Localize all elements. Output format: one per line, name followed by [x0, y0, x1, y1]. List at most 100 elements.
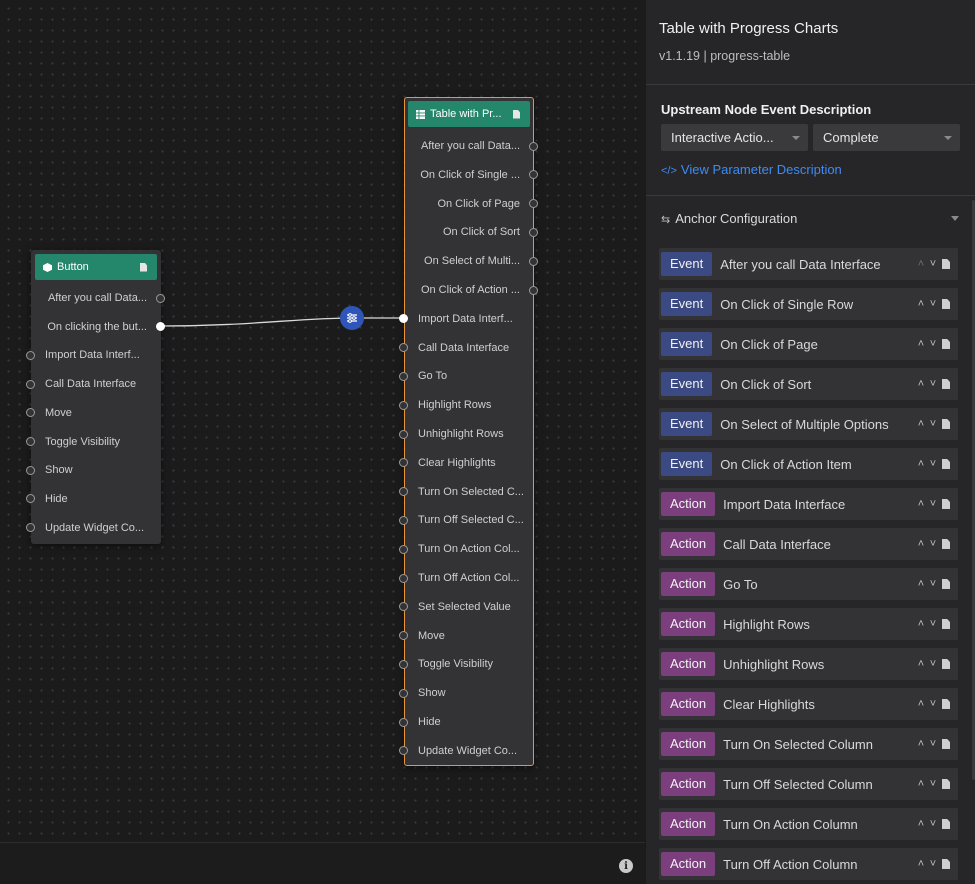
input-port[interactable]: [26, 465, 35, 475]
input-port[interactable]: [26, 523, 35, 533]
move-up-icon[interactable]: ˄: [915, 738, 927, 750]
table-node[interactable]: Table with Pr... After you call Data... O…: [399, 97, 538, 766]
document-icon[interactable]: [942, 299, 950, 309]
move-down-icon[interactable]: ˅: [927, 618, 939, 630]
output-port[interactable]: [156, 293, 165, 303]
anchor-item[interactable]: Event On Click of Page ˄ ˅: [659, 328, 958, 360]
anchor-item[interactable]: Action Go To ˄ ˅: [659, 568, 958, 600]
anchor-item[interactable]: Action Turn On Selected Column ˄ ˅: [659, 728, 958, 760]
view-parameter-link[interactable]: </> View Parameter Description: [661, 162, 842, 177]
document-icon[interactable]: [942, 579, 950, 589]
move-up-icon[interactable]: ˄: [915, 538, 927, 550]
move-down-icon[interactable]: ˅: [927, 738, 939, 750]
input-port[interactable]: [26, 437, 35, 446]
upstream-event-select[interactable]: Interactive Actio...: [661, 124, 808, 151]
move-up-icon[interactable]: ˄: [915, 418, 927, 430]
input-port[interactable]: [26, 494, 35, 504]
document-icon[interactable]: [942, 539, 950, 549]
document-icon[interactable]: [140, 262, 147, 272]
input-port[interactable]: [399, 602, 408, 612]
connection-filter-button[interactable]: [340, 306, 364, 330]
input-port[interactable]: [399, 544, 408, 554]
button-node[interactable]: Button After you call Data... On clicking…: [26, 250, 165, 544]
document-icon[interactable]: [942, 619, 950, 629]
document-icon[interactable]: [942, 819, 950, 829]
anchor-item[interactable]: Action Turn Off Action Column ˄ ˅: [659, 848, 958, 880]
anchor-item[interactable]: Action Turn On Action Column ˄ ˅: [659, 808, 958, 840]
move-up-icon[interactable]: ˄: [915, 578, 927, 590]
anchor-config-toggle[interactable]: ⇆ Anchor Configuration: [661, 211, 961, 226]
move-down-icon[interactable]: ˅: [927, 658, 939, 670]
input-port[interactable]: [26, 350, 35, 360]
move-down-icon[interactable]: ˅: [927, 858, 939, 870]
anchor-item[interactable]: Action Clear Highlights ˄ ˅: [659, 688, 958, 720]
move-down-icon[interactable]: ˅: [927, 778, 939, 790]
move-down-icon[interactable]: ˅: [927, 418, 939, 430]
document-icon[interactable]: [942, 379, 950, 389]
output-port[interactable]: [529, 170, 538, 180]
move-up-icon[interactable]: ˄: [915, 778, 927, 790]
input-port[interactable]: [399, 688, 408, 698]
input-port[interactable]: [399, 515, 408, 525]
output-port[interactable]: [529, 256, 538, 266]
document-icon[interactable]: [942, 859, 950, 869]
document-icon[interactable]: [513, 109, 520, 119]
input-port[interactable]: [399, 371, 408, 381]
anchor-item[interactable]: Event On Click of Action Item ˄ ˅: [659, 448, 958, 480]
document-icon[interactable]: [942, 459, 950, 469]
move-down-icon[interactable]: ˅: [927, 698, 939, 710]
move-up-icon[interactable]: ˄: [915, 258, 927, 270]
move-up-icon[interactable]: ˄: [915, 618, 927, 630]
document-icon[interactable]: [942, 419, 950, 429]
anchor-item[interactable]: Event On Click of Sort ˄ ˅: [659, 368, 958, 400]
input-port[interactable]: [26, 379, 35, 389]
anchor-item[interactable]: Action Import Data Interface ˄ ˅: [659, 488, 958, 520]
anchor-item[interactable]: Action Highlight Rows ˄ ˅: [659, 608, 958, 640]
input-port[interactable]: [399, 343, 408, 353]
document-icon[interactable]: [942, 339, 950, 349]
upstream-type-select[interactable]: Complete: [813, 124, 960, 151]
button-node-header[interactable]: Button: [35, 254, 157, 280]
document-icon[interactable]: [942, 659, 950, 669]
move-down-icon[interactable]: ˅: [927, 258, 939, 270]
move-down-icon[interactable]: ˅: [927, 578, 939, 590]
anchor-item[interactable]: Action Turn Off Selected Column ˄ ˅: [659, 768, 958, 800]
anchor-item[interactable]: Event On Select of Multiple Options ˄ ˅: [659, 408, 958, 440]
move-up-icon[interactable]: ˄: [915, 818, 927, 830]
output-port[interactable]: [529, 199, 538, 209]
input-port[interactable]: [399, 717, 408, 727]
move-down-icon[interactable]: ˅: [927, 298, 939, 310]
input-port[interactable]: [399, 429, 408, 439]
move-up-icon[interactable]: ˄: [915, 458, 927, 470]
output-port[interactable]: [529, 227, 538, 237]
anchor-item[interactable]: Event On Click of Single Row ˄ ˅: [659, 288, 958, 320]
info-icon[interactable]: i: [619, 859, 633, 873]
input-port[interactable]: [399, 314, 408, 324]
move-down-icon[interactable]: ˅: [927, 458, 939, 470]
document-icon[interactable]: [942, 739, 950, 749]
document-icon[interactable]: [942, 499, 950, 509]
move-down-icon[interactable]: ˅: [927, 538, 939, 550]
input-port[interactable]: [399, 487, 408, 497]
move-up-icon[interactable]: ˄: [915, 298, 927, 310]
move-up-icon[interactable]: ˄: [915, 378, 927, 390]
input-port[interactable]: [399, 400, 408, 410]
document-icon[interactable]: [942, 779, 950, 789]
move-down-icon[interactable]: ˅: [927, 498, 939, 510]
move-down-icon[interactable]: ˅: [927, 818, 939, 830]
move-up-icon[interactable]: ˄: [915, 658, 927, 670]
output-port[interactable]: [529, 141, 538, 151]
flow-canvas[interactable]: Button After you call Data... On clicking…: [0, 0, 645, 842]
move-up-icon[interactable]: ˄: [915, 858, 927, 870]
move-up-icon[interactable]: ˄: [915, 698, 927, 710]
input-port[interactable]: [399, 631, 408, 641]
anchor-item[interactable]: Event After you call Data Interface ˄ ˅: [659, 248, 958, 280]
document-icon[interactable]: [942, 259, 950, 269]
input-port[interactable]: [399, 458, 408, 468]
input-port[interactable]: [26, 408, 35, 418]
anchor-item[interactable]: Action Call Data Interface ˄ ˅: [659, 528, 958, 560]
move-down-icon[interactable]: ˅: [927, 338, 939, 350]
move-up-icon[interactable]: ˄: [915, 338, 927, 350]
input-port[interactable]: [399, 573, 408, 583]
move-down-icon[interactable]: ˅: [927, 378, 939, 390]
